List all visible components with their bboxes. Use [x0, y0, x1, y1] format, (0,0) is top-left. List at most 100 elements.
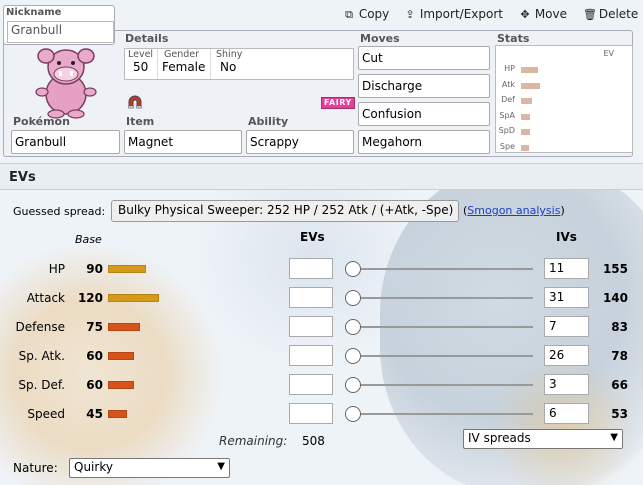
attack-base-bar: [108, 294, 159, 302]
details-label: Details: [125, 32, 169, 45]
iv-spreads-select[interactable]: IV spreads ▼: [463, 429, 623, 449]
pokemon-sprite[interactable]: [26, 42, 106, 120]
pokemon-input[interactable]: Granbull: [11, 130, 120, 154]
nature-select[interactable]: Quirky ▼: [69, 458, 230, 478]
copy-button[interactable]: ⧉ Copy: [343, 7, 389, 25]
sp-atk-iv-input[interactable]: 26: [544, 345, 589, 366]
slider-track: [345, 384, 533, 386]
speed-ev-slider[interactable]: [345, 406, 533, 422]
hp-total: 155: [602, 262, 628, 276]
speed-iv-input[interactable]: 6: [544, 403, 589, 424]
stat-summary-row: Spe: [496, 142, 632, 154]
slider-thumb[interactable]: [345, 290, 361, 306]
import-export-label: Import/Export: [419, 7, 503, 21]
stat-summary-row: SpA: [496, 111, 632, 123]
sp-def-ev-slider[interactable]: [345, 377, 533, 393]
defense-iv-input[interactable]: 7: [544, 316, 589, 337]
item-input[interactable]: Magnet: [124, 130, 242, 154]
hp-ev-input[interactable]: [289, 258, 333, 279]
stat-summary-bar: [521, 98, 532, 104]
delete-button[interactable]: 🗑 Delete: [583, 7, 638, 25]
sp-def-iv-input[interactable]: 3: [544, 374, 589, 395]
slider-thumb[interactable]: [345, 348, 361, 364]
nickname-label: Nickname: [6, 7, 62, 18]
evs-title: EVs: [9, 170, 36, 185]
speed-label: Speed: [27, 407, 65, 421]
nature-label: Nature:: [13, 461, 58, 475]
hp-base-bar: [108, 265, 146, 273]
stat-summary-bar: [521, 82, 540, 89]
stats-summary-button[interactable]: EV HP Atk Def SpA SpD Spe: [495, 45, 633, 153]
speed-ev-input[interactable]: [289, 403, 333, 424]
gender-label: Gender: [164, 49, 200, 60]
sp-def-label: Sp. Def.: [18, 378, 65, 392]
hp-ev-slider[interactable]: [345, 261, 533, 277]
chevron-down-icon: ▼: [610, 432, 618, 443]
base-header: Base: [75, 233, 102, 246]
evs-section-header: EVs: [0, 163, 643, 190]
stats-ev-label: EV: [603, 49, 614, 58]
speed-total: 53: [611, 407, 628, 421]
nickname-box: Nickname Granbull: [3, 5, 115, 45]
slider-thumb[interactable]: [345, 319, 361, 335]
move-button[interactable]: ✥ Move: [519, 7, 567, 25]
stat-summary-bar: [521, 113, 530, 120]
moves-label: Moves: [360, 32, 400, 45]
move-1-input[interactable]: Cut: [358, 46, 490, 70]
move-3-input[interactable]: Confusion: [358, 102, 490, 126]
move-4-input[interactable]: Megahorn: [358, 130, 490, 154]
import-export-button[interactable]: ⇪ Import/Export: [404, 7, 503, 25]
ability-input[interactable]: Scrappy: [246, 130, 354, 154]
shiny-detail: Shiny No: [211, 49, 271, 79]
level-value: 50: [133, 60, 149, 74]
slider-thumb[interactable]: [345, 406, 361, 422]
copy-label: Copy: [358, 7, 390, 21]
sp-atk-base-value: 60: [86, 349, 103, 363]
item-label: Item: [126, 115, 155, 128]
remaining-label: Remaining:: [219, 434, 288, 448]
gender-value: Female: [162, 60, 206, 74]
sp-def-ev-input[interactable]: [289, 374, 333, 395]
guessed-spread-button[interactable]: Bulky Physical Sweeper: 252 HP / 252 Atk…: [111, 200, 459, 222]
hp-label: HP: [48, 262, 65, 276]
stat-summary-label: Spe: [499, 141, 515, 151]
nature-value: Quirky: [74, 460, 113, 474]
sp-def-base-bar: [108, 381, 134, 389]
details-box[interactable]: Level 50 Gender Female Shiny No: [124, 48, 354, 80]
defense-base-value: 75: [86, 320, 103, 334]
defense-ev-slider[interactable]: [345, 319, 533, 335]
attack-iv-input[interactable]: 31: [544, 287, 589, 308]
ivs-header: IVs: [556, 230, 577, 244]
slider-thumb[interactable]: [345, 261, 361, 277]
pokemon-set-panel: Nickname Granbull ⧉ Copy ⇪ Import/Export…: [0, 0, 643, 163]
stat-summary-bar: [521, 129, 530, 135]
sp-def-base-value: 60: [86, 378, 103, 392]
attack-ev-slider[interactable]: [345, 290, 533, 306]
stats-label: Stats: [497, 32, 530, 45]
trash-icon: 🗑: [583, 8, 597, 21]
sp-atk-ev-input[interactable]: [289, 345, 333, 366]
attack-ev-input[interactable]: [289, 287, 333, 308]
hp-base-value: 90: [86, 262, 103, 276]
chevron-down-icon: ▼: [217, 461, 225, 472]
attack-base-value: 120: [77, 291, 103, 305]
sp-atk-total: 78: [611, 349, 628, 363]
move-2-input[interactable]: Discharge: [358, 74, 490, 98]
stat-summary-bar: [521, 67, 538, 73]
defense-label: Defense: [15, 320, 65, 334]
delete-label: Delete: [598, 7, 639, 21]
sp-atk-label: Sp. Atk.: [18, 349, 65, 363]
stat-summary-label: HP: [504, 64, 515, 73]
sp-atk-ev-slider[interactable]: [345, 348, 533, 364]
defense-ev-input[interactable]: [289, 316, 333, 337]
ability-label: Ability: [248, 115, 289, 128]
defense-total: 83: [611, 320, 628, 334]
ev-editor: Guessed spread: Bulky Physical Sweeper: …: [0, 190, 643, 485]
hp-iv-input[interactable]: 11: [544, 258, 589, 279]
slider-thumb[interactable]: [345, 377, 361, 393]
evs-header: EVs: [300, 230, 325, 244]
smogon-analysis-link[interactable]: Smogon analysis: [467, 204, 560, 217]
slider-track: [345, 268, 533, 270]
gender-detail: Gender Female: [158, 49, 211, 79]
nickname-input[interactable]: Granbull: [7, 21, 114, 43]
